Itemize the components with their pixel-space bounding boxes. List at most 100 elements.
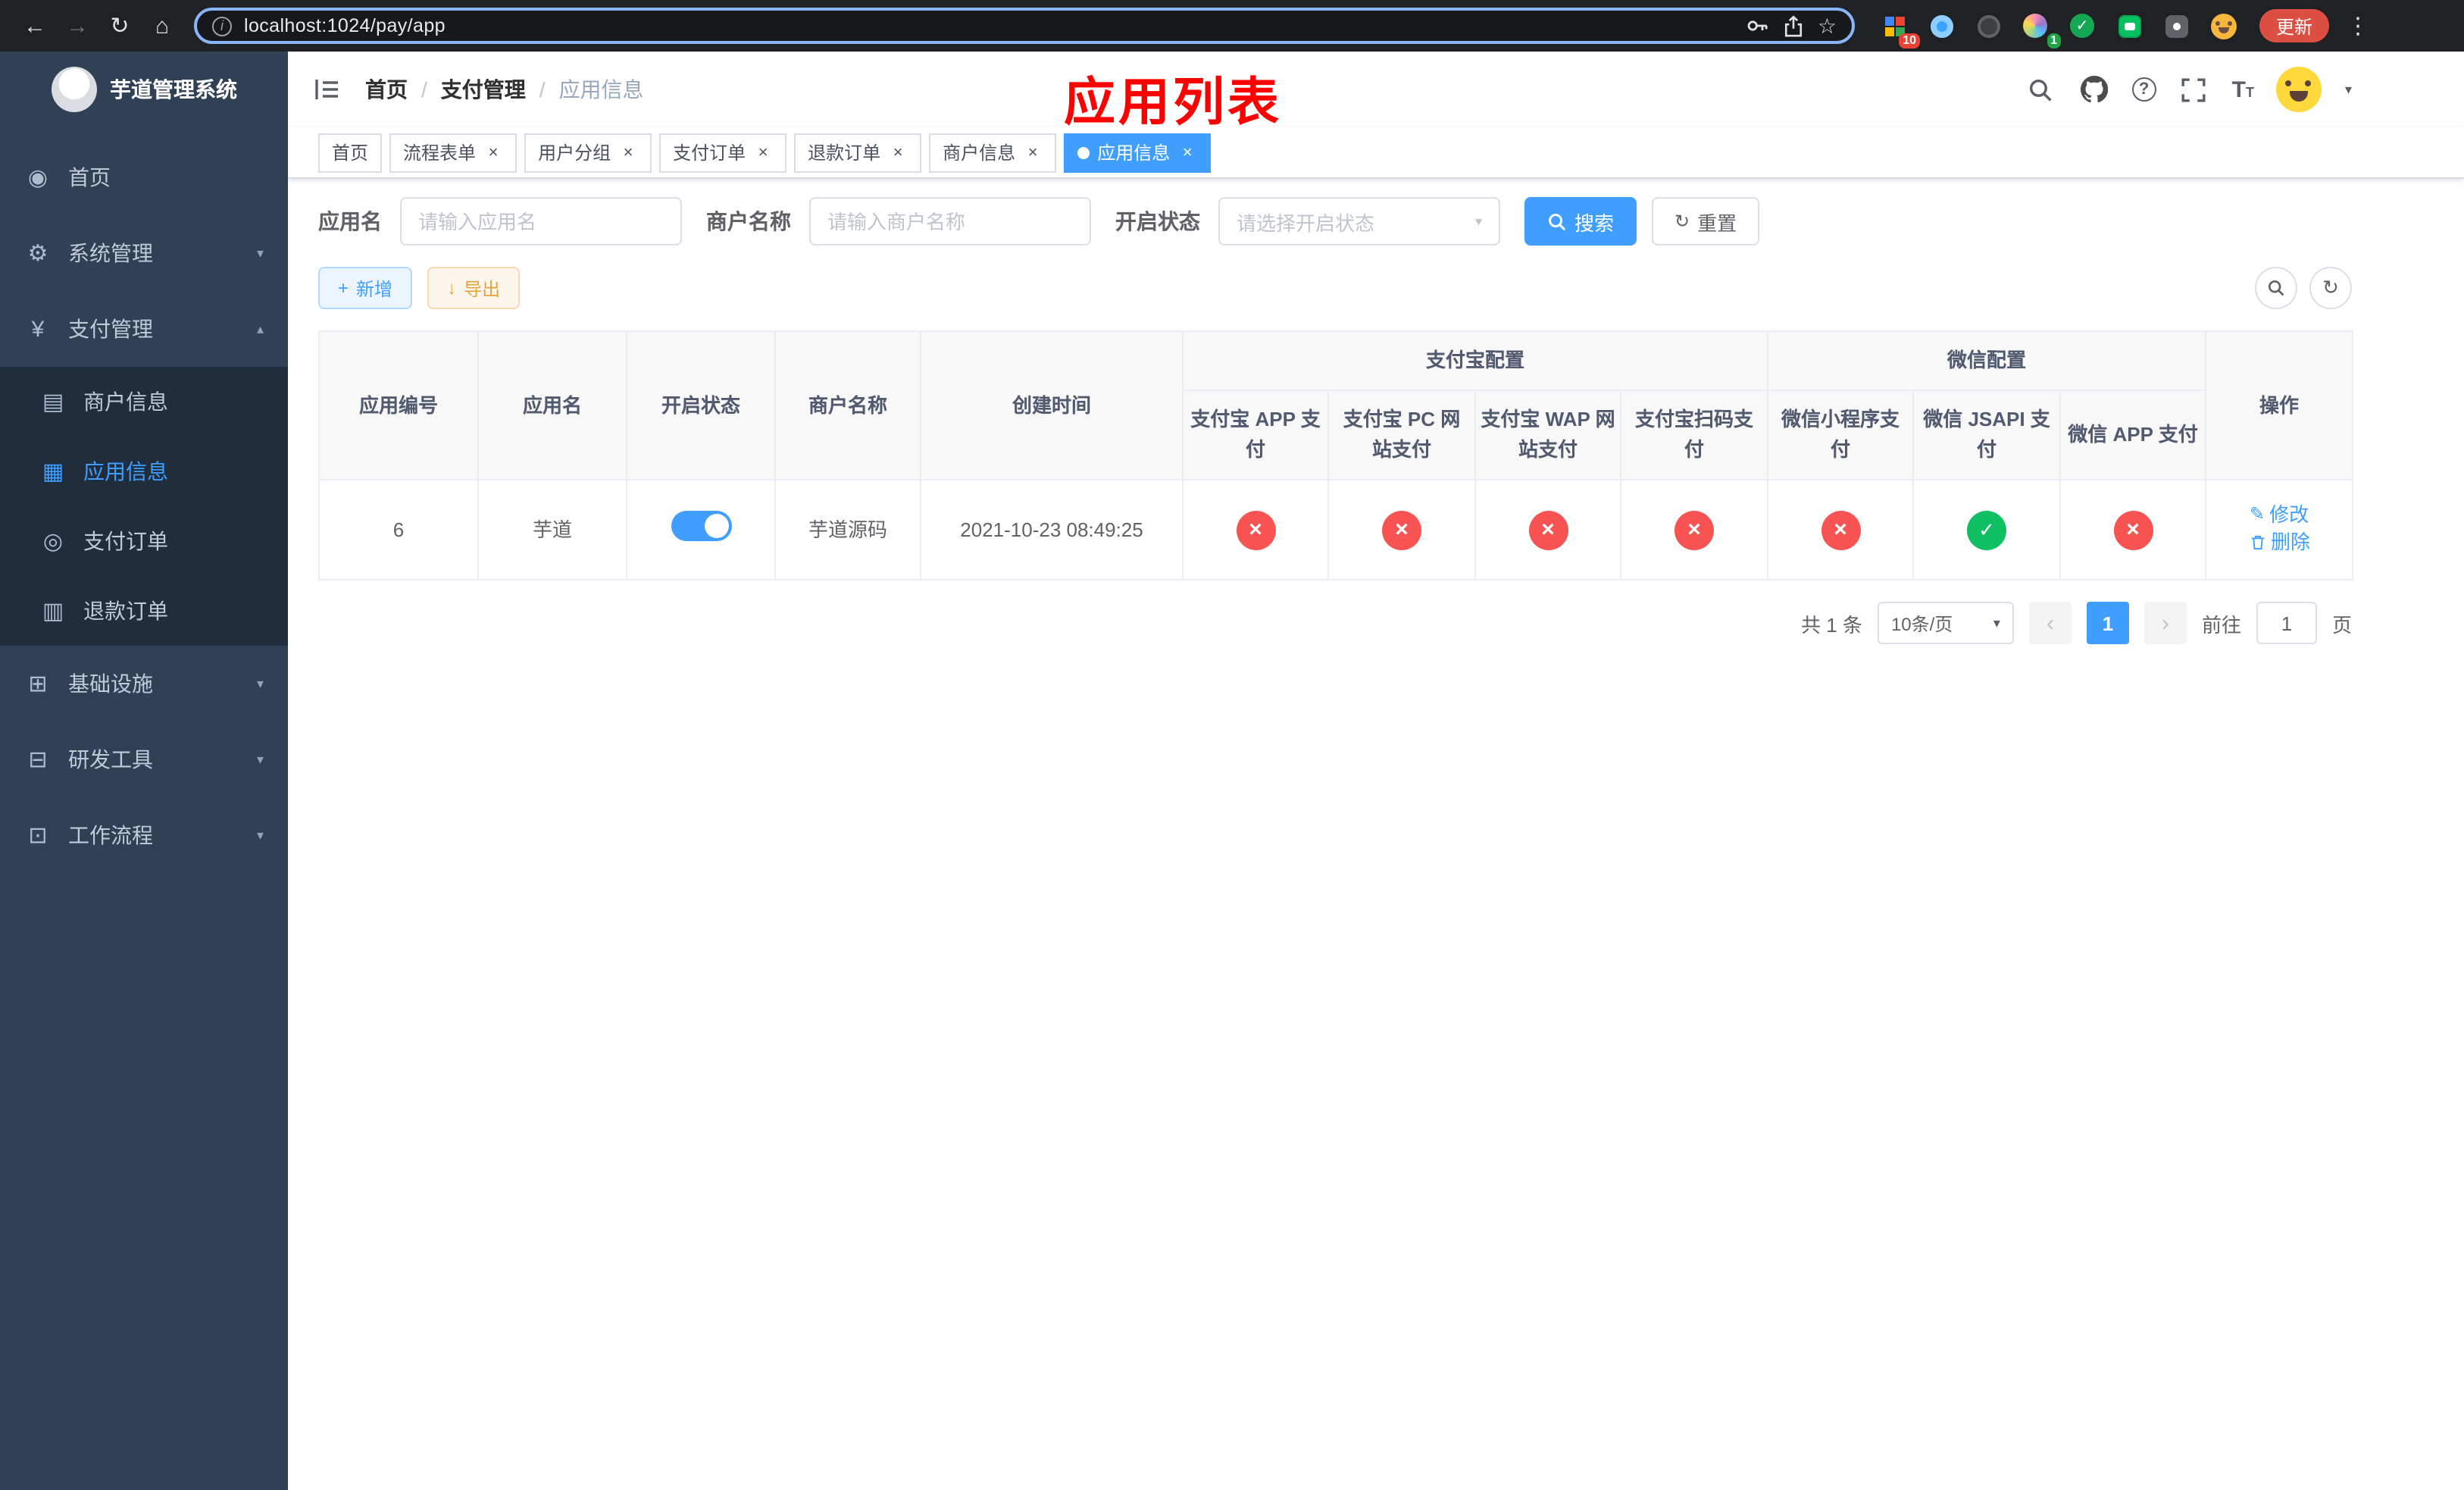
page-size-select[interactable]: 10条/页 ▾ [1877,602,2014,645]
status-success-icon: ✓ [1967,510,2007,550]
search-icon[interactable] [2026,74,2056,105]
delete-link[interactable]: 删除 [2248,529,2310,556]
extension-grid-icon[interactable]: 10 [1876,8,1920,49]
close-icon[interactable]: × [753,142,773,162]
tab-refund-order[interactable]: 退款订单 × [794,133,922,172]
yen-icon: ¥ [31,316,45,342]
add-button[interactable]: + 新增 [318,267,413,309]
sidebar-item-payment[interactable]: ¥ 支付管理 ▴ [0,291,288,367]
tab-app-info[interactable]: 应用信息 × [1064,133,1212,172]
next-page-button[interactable]: › [2143,602,2187,645]
extension-dark-icon[interactable] [1970,8,2006,44]
sidebar-item-label: 商户信息 [83,390,168,414]
dashboard-icon: ◉ [27,165,48,191]
share-icon[interactable] [1783,14,1806,37]
status-fail-icon: × [1528,510,1568,550]
refresh-button[interactable]: ↻ [2309,267,2352,309]
app-name-input[interactable] [400,197,682,246]
sidebar-item-merchant-info[interactable]: ▤ 商户信息 [0,367,288,437]
extension-blue-icon[interactable] [1923,8,1959,44]
sidebar-item-system[interactable]: ⚙ 系统管理 ▾ [0,215,288,291]
extension-emoji-icon[interactable] [2205,8,2241,44]
sidebar-item-home[interactable]: ◉ 首页 [0,139,288,215]
prev-page-button[interactable]: ‹ [2028,602,2072,645]
sidebar-toggle-icon[interactable] [311,73,344,106]
help-icon[interactable]: ? [2131,77,2156,102]
password-key-icon[interactable] [1746,14,1771,38]
gear-icon: ⚙ [27,241,48,267]
browser-reload-button[interactable]: ↻ [100,6,139,45]
table-toolbar: + 新增 ↓ 导出 ↻ [318,267,2352,309]
extension-avatar-icon[interactable]: 1 [2017,8,2061,49]
tab-merchant-info[interactable]: 商户信息 × [929,133,1057,172]
browser-home-button[interactable]: ⌂ [142,6,182,45]
close-icon[interactable]: × [1177,142,1197,162]
status-fail-icon: × [1236,510,1275,550]
close-icon[interactable]: × [618,142,638,162]
sidebar-item-label: 基础设施 [68,671,153,696]
sidebar-item-pay-order[interactable]: ◎ 支付订单 [0,506,288,576]
app-logo: 芋道管理系统 [0,52,288,127]
bookmark-star-icon[interactable]: ☆ [1818,13,1837,39]
close-icon[interactable]: × [483,142,503,162]
chevron-down-icon[interactable]: ▾ [2345,81,2352,98]
app-window: 芋道管理系统 ◉ 首页 ⚙ 系统管理 ▾ ¥ 支付管理 ▴ ▤ 商户信息 ▦ 应… [0,52,2464,1490]
pagination: 共 1 条 10条/页 ▾ ‹ 1 › 前往 页 [318,602,2352,645]
chevron-down-icon: ▾ [256,751,264,766]
goto-label: 前往 [2201,613,2241,637]
extension-badge: 1 [2047,33,2061,49]
search-button[interactable]: 搜索 [1524,197,1637,246]
download-icon: ↓ [447,277,457,299]
browser-forward-button[interactable]: → [58,6,97,45]
tab-process-form[interactable]: 流程表单 × [389,133,518,172]
browser-menu-icon[interactable]: ⋮ [2338,6,2378,45]
chrome-update-button[interactable]: 更新 [2259,9,2330,42]
sidebar-item-label: 应用信息 [83,459,168,484]
status-fail-icon: × [1674,510,1714,550]
sidebar-item-label: 支付管理 [68,317,153,341]
github-icon[interactable] [2079,74,2109,105]
status-select[interactable]: 请选择开启状态 ▾ [1218,197,1500,246]
col-status: 开启状态 [626,330,776,481]
tags-view: 首页 流程表单 × 用户分组 × 支付订单 × 退款订单 × 商户信息 × 应用… [288,127,2464,179]
cell-app-id: 6 [318,479,479,581]
sidebar-item-label: 首页 [68,165,111,189]
site-info-icon[interactable]: i [212,16,232,36]
extension-chat-icon[interactable] [2111,8,2147,44]
tab-user-group[interactable]: 用户分组 × [524,133,652,172]
main-area: 应用列表 首页 / 支付管理 / 应用信息 ? T T ▾ 首页 流程表单 × … [288,52,2464,1490]
status-toggle[interactable] [671,511,731,542]
sidebar-item-dev-tools[interactable]: ⊟ 研发工具 ▾ [0,722,288,797]
close-icon[interactable]: × [1023,142,1043,162]
refund-doc-icon: ▥ [42,599,64,624]
browser-back-button[interactable]: ← [15,6,55,45]
infra-icon: ⊞ [28,671,48,697]
breadcrumb-home[interactable]: 首页 [365,74,408,105]
tab-pay-order[interactable]: 支付订单 × [659,133,787,172]
fullscreen-icon[interactable] [2179,74,2209,105]
col-created: 创建时间 [920,330,1184,481]
table-row: 6 芋道 芋道源码 2021-10-23 08:49:25 × × × × × [318,479,2354,581]
chevron-down-icon: ▾ [256,245,264,260]
sidebar-item-infrastructure[interactable]: ⊞ 基础设施 ▾ [0,646,288,722]
page-number-1[interactable]: 1 [2086,602,2129,645]
goto-page-input[interactable] [2256,602,2317,645]
reset-button[interactable]: ↻ 重置 [1652,197,1760,246]
avatar[interactable] [2276,67,2322,112]
close-icon[interactable]: × [888,142,908,162]
chevron-down-icon: ▾ [256,675,264,690]
toggle-search-button[interactable] [2255,267,2297,309]
extension-pin-icon[interactable] [2158,8,2194,44]
tab-home[interactable]: 首页 [318,133,383,172]
merchant-name-input[interactable] [809,197,1091,246]
breadcrumb-payment[interactable]: 支付管理 [441,74,526,105]
url-bar[interactable]: i localhost:1024/pay/app ☆ [194,8,1855,44]
col-wx-app: 微信 APP 支付 [2059,390,2207,481]
extension-check-icon[interactable]: ✓ [2064,8,2100,44]
sidebar-item-workflow[interactable]: ⊡ 工作流程 ▾ [0,797,288,873]
sidebar-item-app-info[interactable]: ▦ 应用信息 [0,437,288,506]
edit-link[interactable]: ✎ 修改 [2250,501,2309,528]
font-size-icon[interactable]: TT [2232,77,2254,102]
export-button[interactable]: ↓ 导出 [427,267,521,309]
sidebar-item-refund-order[interactable]: ▥ 退款订单 [0,576,288,646]
